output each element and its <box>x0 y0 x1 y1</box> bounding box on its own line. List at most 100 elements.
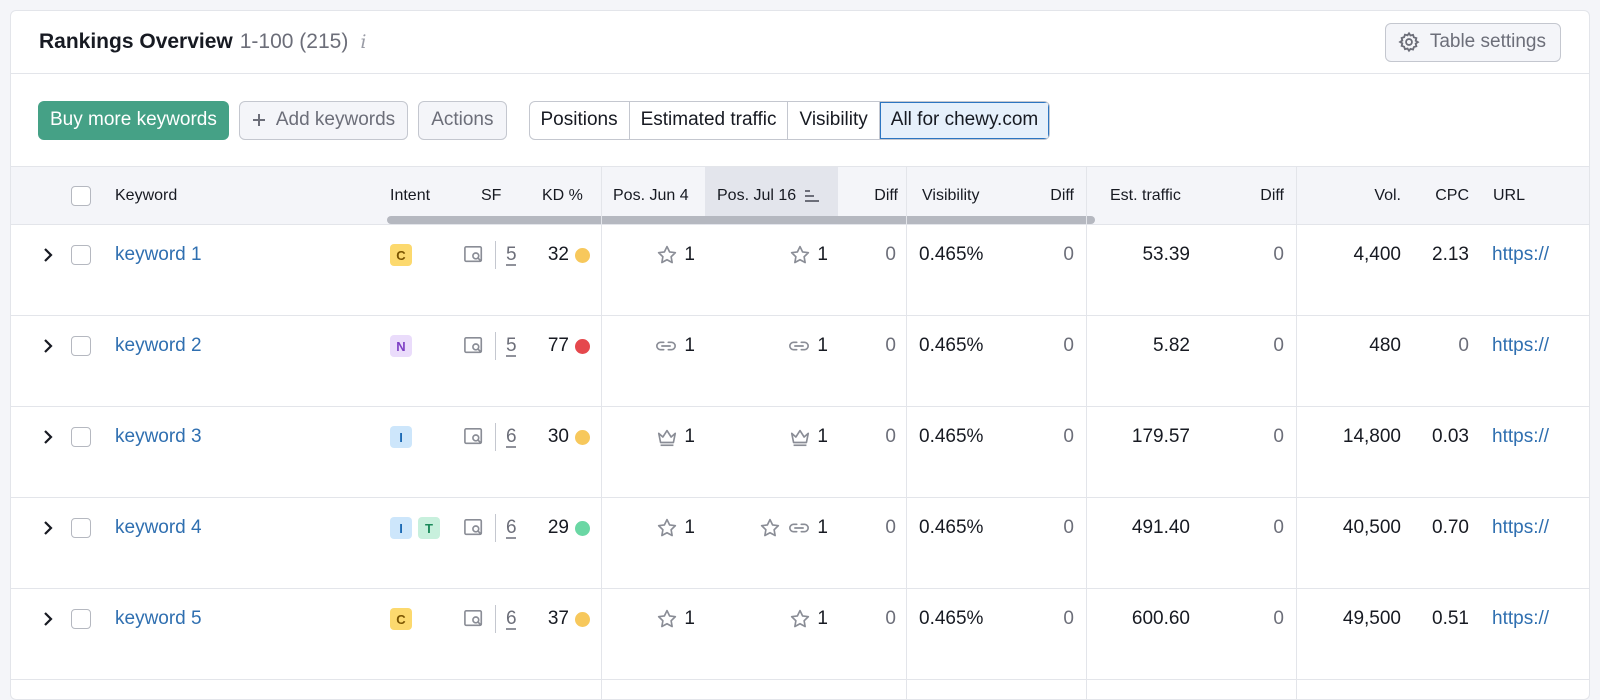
expand-row-button[interactable] <box>43 225 53 285</box>
buy-more-keywords-button[interactable]: Buy more keywords <box>38 100 229 140</box>
chevron-right-icon <box>43 521 53 535</box>
serp-feature-count[interactable]: 5 <box>506 244 517 266</box>
ranking-url-link[interactable]: https:// <box>1492 316 1549 376</box>
chevron-right-icon <box>43 339 53 353</box>
col-vol[interactable]: Vol. <box>1331 167 1401 225</box>
serp-features[interactable]: 6 <box>463 498 517 558</box>
row-checkbox[interactable] <box>71 225 91 285</box>
row-checkbox[interactable] <box>71 316 91 376</box>
visibility-diff: 0 <box>1063 426 1074 447</box>
intent-badge: I <box>390 426 412 448</box>
expand-row-button[interactable] <box>43 316 53 376</box>
col-cpc[interactable]: CPC <box>1421 167 1469 225</box>
sf-divider <box>495 605 496 633</box>
star-icon <box>656 517 678 539</box>
add-keywords-label: Add keywords <box>275 109 396 130</box>
visibility-diff: 0 <box>1063 517 1074 538</box>
cpc-value: 0.70 <box>1432 517 1469 538</box>
intent-badge: C <box>390 608 412 630</box>
kd-value: 37 <box>547 608 569 629</box>
col-traffic-diff[interactable]: Diff <box>1211 167 1284 225</box>
checkbox-box <box>71 609 91 629</box>
view-all-for-domain[interactable]: All for chewy.com <box>879 101 1050 139</box>
col-url[interactable]: URL <box>1493 167 1525 225</box>
kd-indicator-dot <box>575 338 590 354</box>
column-divider <box>906 166 907 699</box>
serp-features[interactable]: 6 <box>463 407 517 467</box>
serp-features[interactable]: 6 <box>463 589 517 649</box>
keyword-link[interactable]: keyword 1 <box>115 225 202 285</box>
intent-badges: IT <box>390 498 446 558</box>
serp-feature-count[interactable]: 5 <box>506 335 517 357</box>
intent-badge: I <box>390 517 412 539</box>
visibility-diff: 0 <box>1063 335 1074 356</box>
position-jul: 1 <box>731 589 828 649</box>
keyword-link[interactable]: keyword 4 <box>115 498 202 558</box>
search-volume: 480 <box>1369 335 1401 356</box>
ranking-url-link[interactable]: https:// <box>1492 498 1549 558</box>
ranking-url-link[interactable]: https:// <box>1492 225 1549 285</box>
col-est-traffic[interactable]: Est. traffic <box>1110 167 1181 225</box>
expand-row-button[interactable] <box>43 589 53 649</box>
expand-row-button[interactable] <box>43 498 53 558</box>
actions-button[interactable]: Actions <box>418 100 507 140</box>
position-jun: 1 <box>631 498 695 558</box>
view-estimated-traffic[interactable]: Estimated traffic <box>630 101 789 139</box>
column-divider <box>1296 166 1297 699</box>
search-volume: 14,800 <box>1342 426 1401 447</box>
table-row: keyword 4 I T 6 29 1 1 0 0.465% 0 491.40 0 40,500 0.7… <box>11 498 1589 589</box>
kd-indicator-dot <box>575 247 590 263</box>
traffic-diff: 0 <box>1273 608 1284 629</box>
view-switcher: Positions Estimated traffic Visibility A… <box>528 100 1051 140</box>
col-keyword[interactable]: Keyword <box>115 167 177 225</box>
view-visibility[interactable]: Visibility <box>788 101 880 139</box>
link-icon <box>787 517 811 539</box>
info-icon[interactable]: i <box>360 31 366 53</box>
visibility-diff: 0 <box>1063 608 1074 629</box>
chevron-right-icon <box>43 430 53 444</box>
keyword-link[interactable]: keyword 3 <box>115 407 202 467</box>
table-settings-button[interactable]: Table settings <box>1384 22 1561 62</box>
plus-icon <box>252 113 266 127</box>
kd-indicator-dot <box>575 429 590 445</box>
position-value: 1 <box>817 517 828 538</box>
serp-feature-count[interactable]: 6 <box>506 426 517 448</box>
page-title: Rankings Overview <box>39 30 233 53</box>
expand-row-button[interactable] <box>43 407 53 467</box>
checkbox-box <box>71 336 91 356</box>
intent-badge: T <box>418 517 440 539</box>
checkbox-box <box>71 518 91 538</box>
keyword-link[interactable]: keyword 5 <box>115 589 202 649</box>
results-range: 1-100 (215) <box>239 30 349 53</box>
horizontal-scrollbar[interactable] <box>387 216 1095 224</box>
visibility-value: 0.465% <box>919 608 984 629</box>
row-checkbox[interactable] <box>71 498 91 558</box>
position-diff: 0 <box>885 608 896 629</box>
est-traffic-value: 600.60 <box>1131 608 1190 629</box>
position-value: 1 <box>817 426 828 447</box>
view-positions[interactable]: Positions <box>530 101 630 139</box>
position-jul: 1 <box>731 498 828 558</box>
serp-features[interactable]: 5 <box>463 225 517 285</box>
ranking-url-link[interactable]: https:// <box>1492 589 1549 649</box>
chevron-right-icon <box>43 612 53 626</box>
serp-feature-count[interactable]: 6 <box>506 517 517 539</box>
keyword-link[interactable]: keyword 2 <box>115 316 202 376</box>
visibility-diff: 0 <box>1063 244 1074 265</box>
intent-badges: C <box>390 589 418 649</box>
ranking-url-link[interactable]: https:// <box>1492 407 1549 467</box>
add-keywords-button[interactable]: Add keywords <box>238 100 409 140</box>
checkbox-box <box>71 245 91 265</box>
intent-badge: C <box>390 244 412 266</box>
serp-feature-count[interactable]: 6 <box>506 608 517 630</box>
table-row: keyword 1 C 5 32 1 1 0 0.465% 0 53.39 0 4,400 2.13 ht… <box>11 225 1589 316</box>
row-checkbox[interactable] <box>71 407 91 467</box>
star-icon <box>789 608 811 630</box>
table-body: keyword 1 C 5 32 1 1 0 0.465% 0 53.39 0 4,400 2.13 ht… <box>11 225 1589 680</box>
serp-features[interactable]: 5 <box>463 316 517 376</box>
row-checkbox[interactable] <box>71 589 91 649</box>
keyword-difficulty: 37 <box>531 589 590 649</box>
position-diff: 0 <box>885 335 896 356</box>
sf-divider <box>495 514 496 542</box>
select-all-checkbox[interactable] <box>71 167 91 225</box>
